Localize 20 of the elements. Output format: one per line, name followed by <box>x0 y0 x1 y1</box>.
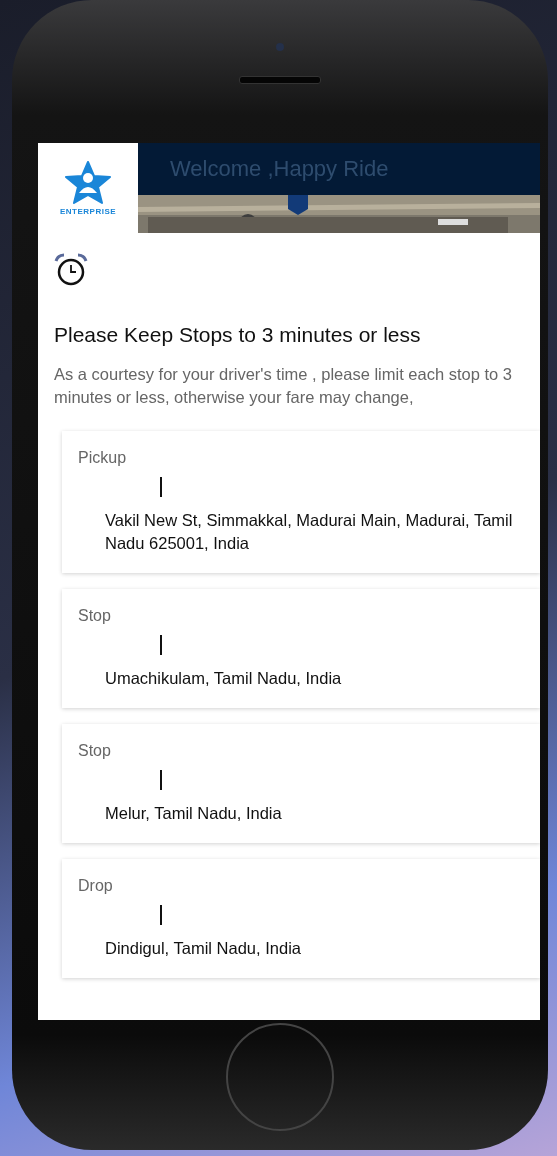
stop-label: Drop <box>78 877 114 895</box>
camera-icon <box>276 43 284 51</box>
stop-label: Stop <box>78 607 112 625</box>
stop-address: Umachikulam, Tamil Nadu, India <box>105 668 343 689</box>
alarm-clock-icon <box>54 253 88 287</box>
header-title: Welcome ,Happy Ride <box>169 156 389 182</box>
connector-line <box>160 770 162 790</box>
stop-address: Vakil New St, Simmakkal, Madurai Main, Madurai, Tamil Nadu 625001, India <box>105 510 514 554</box>
star-logo-icon <box>65 160 111 205</box>
notice-heading: Please Keep Stops to 3 minutes or less <box>53 323 422 347</box>
stop-address: Dindigul, Tamil Nadu, India <box>105 938 302 959</box>
notice-message: As a courtesy for your driver's time , please limit each stop to 3 minutes or less, otherwise your fare may change, <box>53 364 513 408</box>
connector-line <box>160 905 162 925</box>
stop-address: Melur, Tamil Nadu, India <box>105 803 283 824</box>
stop-label: Stop <box>78 742 112 760</box>
connector-line <box>160 635 162 655</box>
home-button[interactable] <box>226 1023 334 1131</box>
logo-text: ENTERPRISE <box>59 206 117 216</box>
connector-line <box>160 477 162 497</box>
stop-label: Pickup <box>78 449 128 467</box>
